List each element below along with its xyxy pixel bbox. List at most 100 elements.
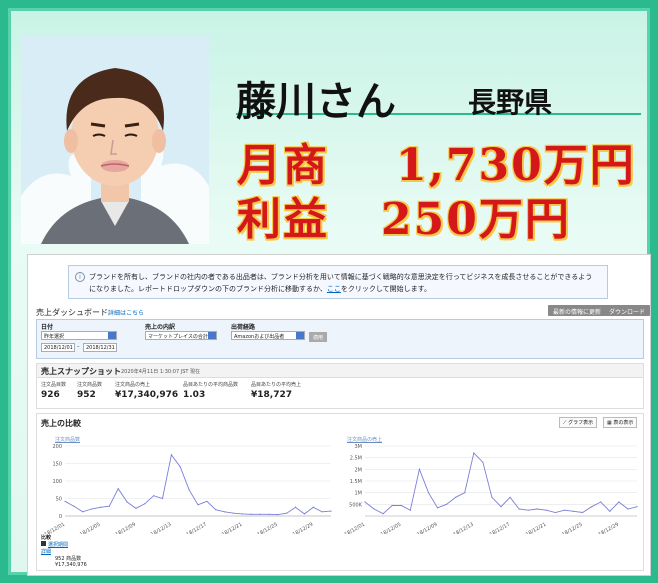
prefecture: 長野県 [468, 86, 553, 119]
x-tick-label: 18/12/21 [525, 522, 547, 534]
notice-text-end: をクリックして開始します。 [340, 285, 431, 293]
table-view-button[interactable]: ▦ 表の表示 [603, 417, 638, 428]
data-point [294, 506, 297, 508]
units-chart: 0 50 100 150 200 18/12/01 18/12/05 18/12/09 18/1… [44, 444, 332, 534]
metric-avg-sales: 品目あたりの平均売上 ¥18,727 [251, 381, 301, 400]
data-point [82, 511, 84, 513]
data-point [64, 500, 66, 502]
data-point [321, 511, 323, 513]
metric-value: ¥18,727 [251, 390, 292, 400]
data-point [241, 513, 243, 515]
metric-label: 注文商品数 [77, 382, 103, 388]
data-point [545, 509, 547, 511]
graph-view-label: グラフ表示 [568, 420, 594, 426]
date-to-value: 2018/12/31 [86, 345, 115, 351]
metric-ordered-sales: 注文商品の売上 ¥17,340,976 [115, 381, 178, 400]
data-point [636, 506, 638, 508]
date-from-value: 2018/12/01 [44, 345, 73, 351]
sales-breakdown-select[interactable]: マーケットプレイスの合計 [145, 331, 217, 340]
data-point [572, 510, 575, 512]
metric-label: 注文品目数 [41, 382, 67, 388]
legend-detail-link[interactable]: 詳細 [41, 549, 51, 555]
data-point [400, 504, 402, 507]
y-tick-label: 150 [52, 462, 62, 468]
snapshot-time: 2020年4月11日 1:30:07 JST 現在 [121, 369, 201, 375]
data-point [418, 468, 420, 470]
channel-select[interactable]: Amazonおよび出品者 [231, 331, 305, 340]
metric-order-items: 注文品目数 926 [41, 381, 66, 400]
metric-label: 品目あたりの平均商品数 [183, 382, 239, 388]
graph-view-button[interactable]: ⟋ グラフ表示 [559, 417, 598, 428]
data-point [582, 511, 584, 514]
y-tick-label: 500K [349, 502, 363, 508]
data-point [627, 508, 629, 510]
data-point [464, 492, 466, 494]
name-header: 藤川さん 長野県 [236, 69, 641, 125]
data-point [197, 504, 199, 506]
sales-breakdown-label: 売上の内訳 [145, 324, 176, 331]
y-tick-label: 1.5M [350, 479, 362, 485]
data-point [330, 510, 332, 512]
profit-value: 250万円 [381, 194, 571, 245]
data-point [473, 452, 475, 454]
data-point [73, 505, 75, 507]
data-point [286, 512, 288, 514]
date-to-input[interactable]: 2018/12/31 [83, 343, 117, 352]
data-point [509, 496, 511, 498]
y-tick-label: 50 [56, 497, 62, 503]
data-point [126, 501, 128, 503]
chevron-down-icon [108, 332, 116, 339]
data-point [554, 511, 556, 514]
data-point [91, 508, 93, 510]
date-select[interactable]: 昨年選択 [41, 331, 117, 340]
data-point [179, 466, 181, 468]
data-point [455, 496, 457, 498]
data-point [391, 504, 393, 507]
info-icon: i [75, 272, 85, 282]
comparison-legend: 比較 選択期間 詳細 952 商品数 ¥17,340,976 [41, 534, 87, 568]
data-point [518, 508, 520, 510]
data-point [170, 454, 172, 456]
detail-link[interactable]: 詳細はこちら [108, 308, 144, 317]
download-button[interactable]: ダウンロード [604, 305, 650, 316]
dashboard-title: 売上ダッシュボード [36, 308, 108, 317]
checkbox-icon[interactable] [41, 541, 46, 546]
data-point [232, 512, 235, 514]
data-point [259, 513, 261, 515]
snapshot-title: 売上スナップショット [41, 367, 121, 376]
metric-avg-units: 品目あたりの平均商品数 1.03 [183, 381, 238, 400]
date-label: 日付 [41, 324, 54, 331]
data-point [500, 506, 502, 508]
snapshot-header: 売上スナップショット 2020年4月11日 1:30:07 JST 現在 [37, 364, 643, 378]
sales-chart: 500K 1M 1.5M 2M 2.5M 3M 18/12/01 18/12/05 18/12/… [344, 444, 638, 534]
data-point [436, 507, 439, 509]
data-point [409, 509, 411, 511]
y-tick-label: 0 [59, 514, 62, 520]
profit-label: 利益 [237, 194, 329, 245]
x-tick-label: 18/12/09 [114, 522, 136, 534]
data-point [268, 513, 270, 515]
data-point [482, 461, 484, 463]
data-point [250, 513, 252, 515]
data-point [108, 505, 110, 507]
data-point [427, 492, 430, 494]
notice-link[interactable]: ここ [327, 285, 341, 293]
date-from-input[interactable]: 2018/12/01 [41, 343, 75, 352]
avatar-illustration [21, 36, 209, 244]
apply-button[interactable]: 適用 [309, 332, 328, 342]
data-point [446, 503, 448, 505]
metric-value: ¥17,340,976 [115, 390, 179, 400]
data-point [153, 495, 155, 497]
channel-label: 出荷経路 [231, 324, 256, 331]
data-point [600, 501, 602, 503]
y-tick-label: 2.5M [350, 456, 362, 462]
x-tick-label: 18/12/21 [221, 522, 243, 534]
table-icon: ▦ [607, 420, 612, 426]
seller-dashboard-panel: i ブランドを所有し、ブランドの社内の者である出品者は、ブランド分析を用いて情報… [27, 254, 651, 576]
y-tick-label: 3M [355, 444, 363, 450]
metric-value: 926 [41, 390, 60, 400]
banner-frame: 藤川さん 長野県 月商 1,730万円 利益 250万円 i ブランドを所有し、… [8, 8, 651, 576]
data-point [527, 509, 529, 511]
refresh-button[interactable]: 最新の情報に更新 [548, 305, 607, 316]
x-tick-label: 18/12/01 [44, 522, 66, 534]
